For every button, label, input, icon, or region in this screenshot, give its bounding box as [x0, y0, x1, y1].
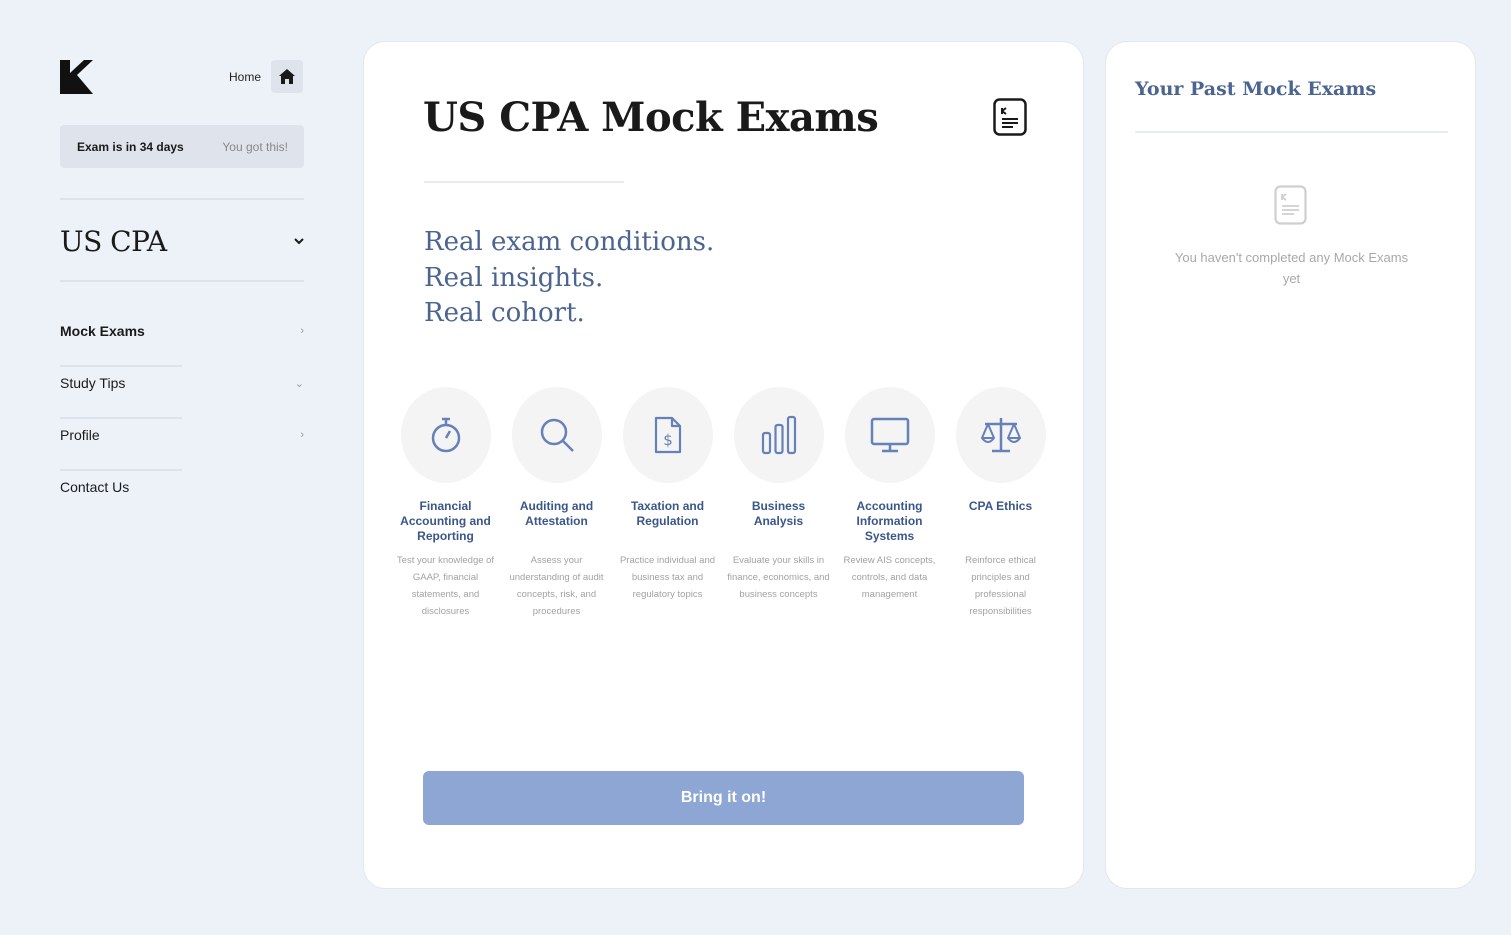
category-description: Reinforce ethical principles and profess…	[965, 555, 1036, 617]
category-icon-circle	[955, 387, 1046, 483]
category-name: Business Analysis	[751, 499, 806, 528]
category-name: Auditing and Attestation	[519, 499, 594, 528]
exam-document-icon	[993, 98, 1027, 136]
chevron-right-icon: ›	[300, 429, 304, 441]
countdown-days: Exam is in 34 days	[77, 139, 184, 154]
category-icon-circle	[511, 387, 602, 483]
chevron-down-icon	[294, 237, 304, 244]
tagline-line: Real exam conditions.	[424, 227, 715, 257]
sidebar-item-label: Mock Exams	[60, 323, 145, 339]
mock-exams-card: US CPA Mock Exams Real exam conditions. …	[363, 41, 1084, 889]
sidebar-item-label: Contact Us	[60, 479, 130, 495]
sidebar-item-contact-us[interactable]: Contact Us	[60, 471, 304, 523]
category-name: Taxation and Regulation	[630, 499, 705, 528]
category-name: Financial Accounting and Reporting	[400, 499, 491, 543]
sidebar-item-profile[interactable]: Profile ›	[60, 419, 304, 471]
category-description: Evaluate your skills in finance, economi…	[727, 555, 830, 600]
category-reg[interactable]: $ Taxation and Regulation Practice indiv…	[612, 387, 723, 620]
past-exams-panel: Your Past Mock Exams You haven't complet…	[1105, 41, 1476, 889]
dollar-document-icon: $	[654, 416, 681, 454]
category-aud[interactable]: Auditing and Attestation Assess your und…	[501, 387, 612, 620]
title-divider	[424, 181, 624, 183]
category-icon-circle	[844, 387, 935, 483]
sidebar-nav: Mock Exams › Study Tips ⌄ Profile › Cont…	[60, 315, 304, 523]
empty-document-icon	[1274, 185, 1307, 225]
scales-icon	[980, 418, 1021, 453]
category-description: Review AIS concepts, controls, and data …	[843, 555, 936, 600]
sidebar-item-label: Study Tips	[60, 375, 126, 391]
category-icon-circle	[733, 387, 824, 483]
sidebar-divider	[60, 280, 304, 282]
category-bar[interactable]: Business Analysis Evaluate your skills i…	[723, 387, 834, 620]
sidebar-item-study-tips[interactable]: Study Tips ⌄	[60, 367, 304, 419]
stopwatch-icon	[431, 417, 460, 453]
page-title: US CPA Mock Exams	[423, 94, 879, 141]
start-exam-button[interactable]: Bring it on!	[423, 771, 1024, 825]
category-icon-circle	[400, 387, 491, 483]
category-name: Accounting Information Systems	[856, 499, 923, 543]
category-description: Test your knowledge of GAAP, financial s…	[396, 555, 495, 617]
svg-text:$: $	[663, 431, 673, 449]
past-exams-title: Your Past Mock Exams	[1135, 78, 1377, 100]
course-label: US CPA	[60, 224, 167, 258]
category-isc[interactable]: Accounting Information Systems Review AI…	[834, 387, 945, 620]
brand-logo[interactable]	[60, 60, 93, 94]
home-link[interactable]: Home	[229, 70, 261, 84]
course-selector[interactable]: US CPA	[60, 221, 304, 261]
monitor-icon	[870, 417, 909, 453]
home-button[interactable]	[271, 60, 303, 93]
home-icon	[279, 69, 295, 84]
chevron-down-icon: ⌄	[294, 377, 304, 390]
sidebar-item-mock-exams[interactable]: Mock Exams ›	[60, 315, 304, 367]
category-description: Practice individual and business tax and…	[619, 555, 716, 600]
category-far[interactable]: Financial Accounting and Reporting Test …	[390, 387, 501, 620]
tagline: Real exam conditions. Real insights. Rea…	[424, 225, 714, 332]
tagline-line: Real cohort.	[424, 298, 585, 328]
bar-chart-icon	[761, 415, 796, 455]
category-icon-circle: $	[622, 387, 713, 483]
sidebar-item-label: Profile	[60, 427, 100, 443]
empty-state-message: You haven't completed any Mock Exams yet	[1174, 250, 1409, 286]
exam-countdown: Exam is in 34 days You got this!	[60, 125, 304, 168]
sidebar-divider	[60, 198, 304, 200]
chevron-right-icon: ›	[300, 325, 304, 337]
category-ethics[interactable]: CPA Ethics Reinforce ethical principles …	[945, 387, 1056, 620]
category-description: Assess your understanding of audit conce…	[509, 555, 604, 617]
category-name: CPA Ethics	[968, 499, 1033, 513]
exam-categories: Financial Accounting and Reporting Test …	[390, 387, 1058, 620]
countdown-message: You got this!	[222, 139, 288, 154]
past-exams-divider	[1135, 131, 1448, 133]
tagline-line: Real insights.	[424, 262, 604, 293]
search-icon	[540, 418, 574, 452]
